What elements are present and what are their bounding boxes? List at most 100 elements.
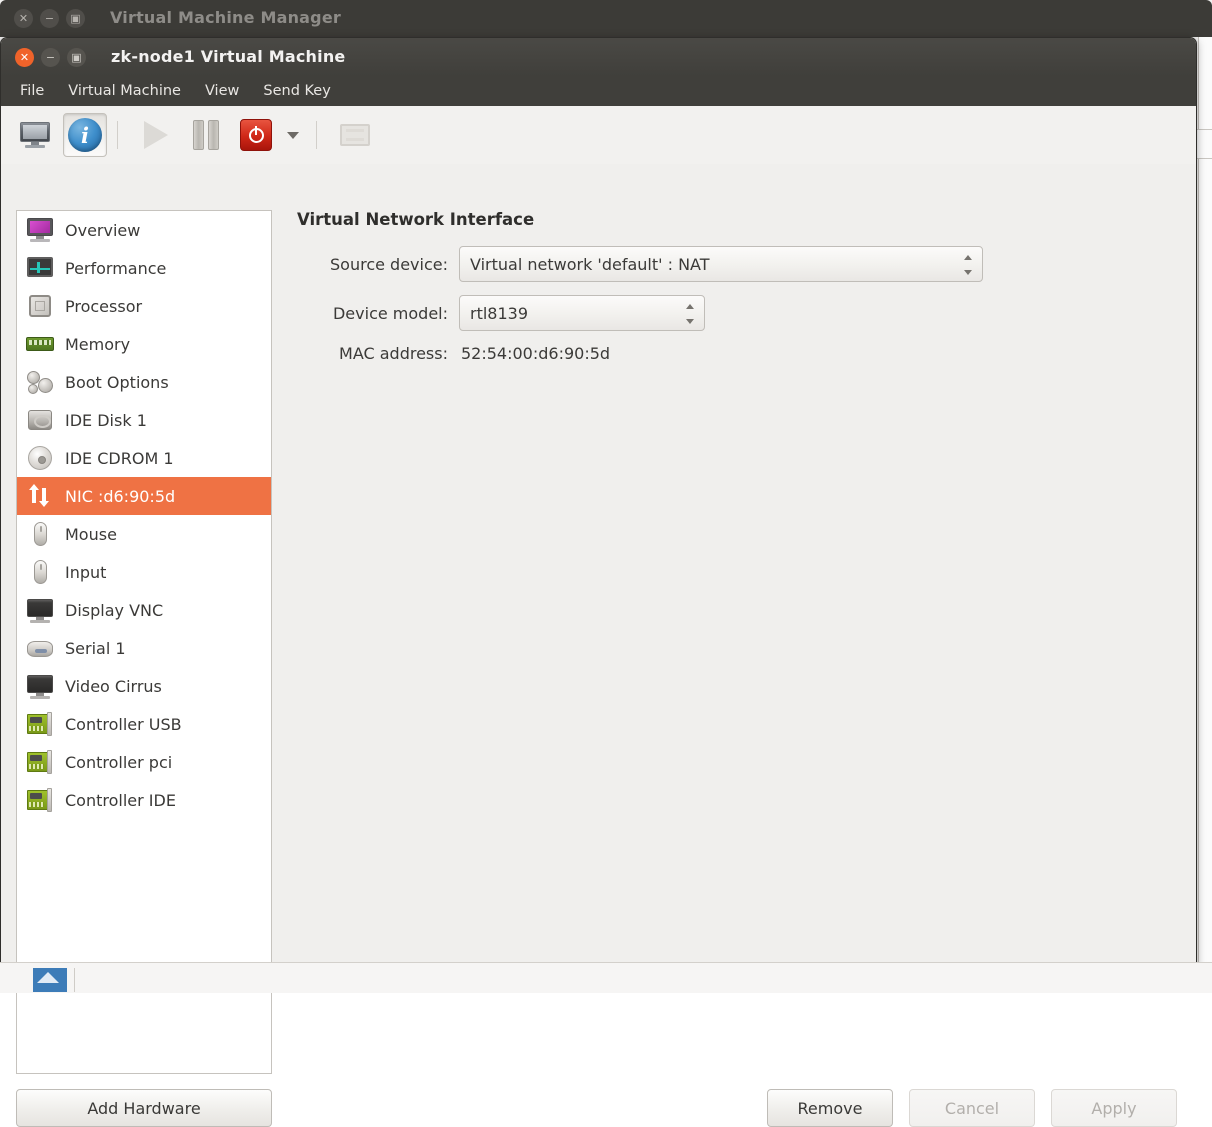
toolbar-separator-2	[316, 121, 317, 149]
sidebar-item-video-cirrus[interactable]: Video Cirrus	[17, 667, 271, 705]
sidebar-item-label: Mouse	[65, 524, 117, 544]
monitor-icon	[20, 122, 50, 148]
device-model-label: Device model:	[332, 303, 448, 323]
run-button[interactable]	[134, 113, 178, 157]
maximize-icon: ▣	[71, 51, 82, 64]
chevron-updown-icon	[964, 255, 973, 275]
shutdown-menu-button[interactable]	[280, 113, 306, 157]
sidebar-item-label: IDE CDROM 1	[65, 448, 174, 468]
source-device-value: Virtual network 'default' : NAT	[470, 254, 710, 274]
fullscreen-button[interactable]	[333, 113, 377, 157]
add-hardware-button[interactable]: Add Hardware	[16, 1089, 272, 1127]
power-icon	[240, 119, 272, 151]
sidebar-item-ide-disk-1[interactable]: IDE Disk 1	[17, 401, 271, 439]
network-arrows-icon	[26, 483, 54, 509]
nic-config-panel: Virtual Network Interface Source device:…	[297, 210, 997, 376]
vm-close-button[interactable]: ✕	[15, 48, 34, 67]
close-icon: ✕	[18, 12, 29, 25]
sidebar-item-label: Video Cirrus	[65, 676, 162, 696]
menu-file[interactable]: File	[9, 80, 55, 102]
hardware-list[interactable]: Overview Performance Processor Memory Bo	[16, 210, 272, 1074]
display-icon	[26, 673, 54, 699]
device-model-row: Device model: rtl8139	[297, 295, 997, 331]
sidebar-item-label: Input	[65, 562, 107, 582]
mac-address-row: MAC address: 52:54:00:d6:90:5d	[297, 344, 997, 363]
sidebar-item-overview[interactable]: Overview	[17, 211, 271, 249]
device-model-select[interactable]: rtl8139	[459, 295, 705, 331]
source-device-row: Source device: Virtual network 'default'…	[297, 246, 997, 282]
background-window-bottom-strip	[0, 962, 1212, 993]
sidebar-item-label: Serial 1	[65, 638, 126, 658]
vm-window-title: zk-node1 Virtual Machine	[111, 47, 346, 66]
sidebar-item-processor[interactable]: Processor	[17, 287, 271, 325]
sidebar-item-label: Controller IDE	[65, 790, 176, 810]
controller-card-icon	[26, 787, 54, 813]
cdrom-disc-icon	[26, 445, 54, 471]
remove-button[interactable]: Remove	[767, 1089, 893, 1127]
sidebar-item-performance[interactable]: Performance	[17, 249, 271, 287]
panel-title: Virtual Network Interface	[297, 210, 535, 229]
sidebar-item-label: Display VNC	[65, 600, 164, 620]
source-device-select[interactable]: Virtual network 'default' : NAT	[459, 246, 983, 282]
gears-icon	[26, 369, 54, 395]
sidebar-item-label: Controller pci	[65, 752, 173, 772]
minimize-icon: −	[44, 12, 55, 25]
background-maximize-button[interactable]: ▣	[66, 9, 85, 28]
background-column-separator	[74, 968, 75, 992]
sidebar-item-serial-1[interactable]: Serial 1	[17, 629, 271, 667]
vm-maximize-button[interactable]: ▣	[67, 48, 86, 67]
sidebar-item-nic[interactable]: NIC :d6:90:5d	[17, 477, 271, 515]
sidebar-item-label: Boot Options	[65, 372, 169, 392]
sidebar-item-label: Performance	[65, 258, 167, 278]
source-device-label: Source device:	[330, 254, 448, 274]
background-window-right-edge	[1198, 37, 1212, 992]
sidebar-item-label: IDE Disk 1	[65, 410, 147, 430]
menu-view[interactable]: View	[194, 80, 250, 102]
vm-minimize-button[interactable]: −	[41, 48, 60, 67]
menu-virtual-machine[interactable]: Virtual Machine	[57, 80, 192, 102]
sidebar-item-label: Memory	[65, 334, 131, 354]
menubar: File Virtual Machine View Send Key	[1, 76, 1196, 106]
sidebar-item-label: Controller USB	[65, 714, 182, 734]
vm-body: Overview Performance Processor Memory Bo	[1, 164, 1196, 1127]
details-view-button[interactable]: i	[63, 113, 107, 157]
sidebar-item-display-vnc[interactable]: Display VNC	[17, 591, 271, 629]
hard-disk-icon	[26, 407, 54, 433]
mouse-icon	[26, 521, 54, 547]
pause-icon	[193, 120, 219, 150]
sidebar-item-memory[interactable]: Memory	[17, 325, 271, 363]
close-icon: ✕	[19, 51, 30, 64]
controller-card-icon	[26, 749, 54, 775]
sidebar-item-mouse[interactable]: Mouse	[17, 515, 271, 553]
pause-button[interactable]	[184, 113, 228, 157]
minimize-icon: −	[45, 51, 56, 64]
cancel-button[interactable]: Cancel	[909, 1089, 1035, 1127]
sidebar-item-controller-ide[interactable]: Controller IDE	[17, 781, 271, 819]
display-icon	[26, 597, 54, 623]
play-icon	[144, 121, 168, 149]
info-icon: i	[68, 118, 102, 152]
sidebar-item-controller-pci[interactable]: Controller pci	[17, 743, 271, 781]
background-minimize-button[interactable]: −	[40, 9, 59, 28]
cpu-chip-icon	[26, 293, 54, 319]
chevron-updown-icon	[686, 304, 695, 324]
chevron-down-icon	[287, 131, 299, 139]
background-close-button[interactable]: ✕	[14, 9, 33, 28]
sidebar-item-label: Overview	[65, 220, 141, 240]
sidebar-item-input[interactable]: Input	[17, 553, 271, 591]
memory-stick-icon	[26, 331, 54, 357]
maximize-icon: ▣	[70, 12, 81, 25]
shutdown-button[interactable]	[234, 113, 278, 157]
mac-address-value: 52:54:00:d6:90:5d	[461, 344, 611, 363]
console-view-button[interactable]	[13, 113, 57, 157]
mouse-icon	[26, 559, 54, 585]
sidebar-item-ide-cdrom-1[interactable]: IDE CDROM 1	[17, 439, 271, 477]
menu-send-key[interactable]: Send Key	[252, 80, 341, 102]
background-vm-thumbnail-icon	[33, 968, 67, 992]
controller-card-icon	[26, 711, 54, 737]
sidebar-item-boot-options[interactable]: Boot Options	[17, 363, 271, 401]
sidebar-item-controller-usb[interactable]: Controller USB	[17, 705, 271, 743]
performance-graph-icon	[26, 255, 54, 281]
apply-button[interactable]: Apply	[1051, 1089, 1177, 1127]
background-titlebar: ✕ − ▣ Virtual Machine Manager	[0, 0, 1212, 37]
